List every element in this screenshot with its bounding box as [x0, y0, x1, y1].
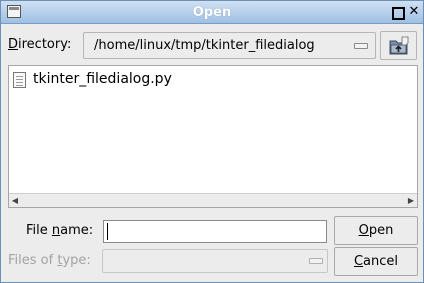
title-bar[interactable]: Open ✕ — [1, 1, 423, 24]
filename-label: File name: — [26, 223, 94, 238]
combobox-indicator-icon[interactable] — [309, 258, 323, 264]
scroll-left-icon[interactable]: ◀ — [9, 194, 21, 207]
horizontal-scrollbar[interactable]: ◀ ▶ — [9, 193, 417, 207]
filetype-label: Files of type: — [8, 253, 91, 268]
filetype-combobox[interactable] — [102, 249, 328, 273]
open-dialog: Open ✕ Directory: /home/linux/tmp/tkinte… — [0, 0, 424, 283]
text-cursor — [107, 223, 108, 240]
up-folder-button[interactable] — [380, 31, 417, 60]
filename-input[interactable] — [103, 220, 327, 243]
close-icon[interactable]: ✕ — [407, 5, 421, 19]
scroll-right-icon[interactable]: ▶ — [405, 194, 417, 207]
file-list[interactable]: tkinter_filedialog.py ◀ ▶ — [8, 65, 418, 208]
cancel-button[interactable]: Cancel — [334, 247, 418, 276]
folder-up-icon — [389, 36, 409, 55]
file-name: tkinter_filedialog.py — [33, 71, 172, 87]
file-icon — [13, 72, 26, 88]
maximize-icon[interactable] — [390, 5, 405, 20]
open-button[interactable]: Open — [334, 216, 418, 245]
directory-label: Directory: — [8, 37, 72, 52]
directory-combobox[interactable]: /home/linux/tmp/tkinter_filedialog — [83, 32, 376, 59]
window-title: Open — [192, 5, 232, 20]
combobox-indicator-icon[interactable] — [354, 43, 368, 49]
directory-value: /home/linux/tmp/tkinter_filedialog — [94, 38, 315, 53]
